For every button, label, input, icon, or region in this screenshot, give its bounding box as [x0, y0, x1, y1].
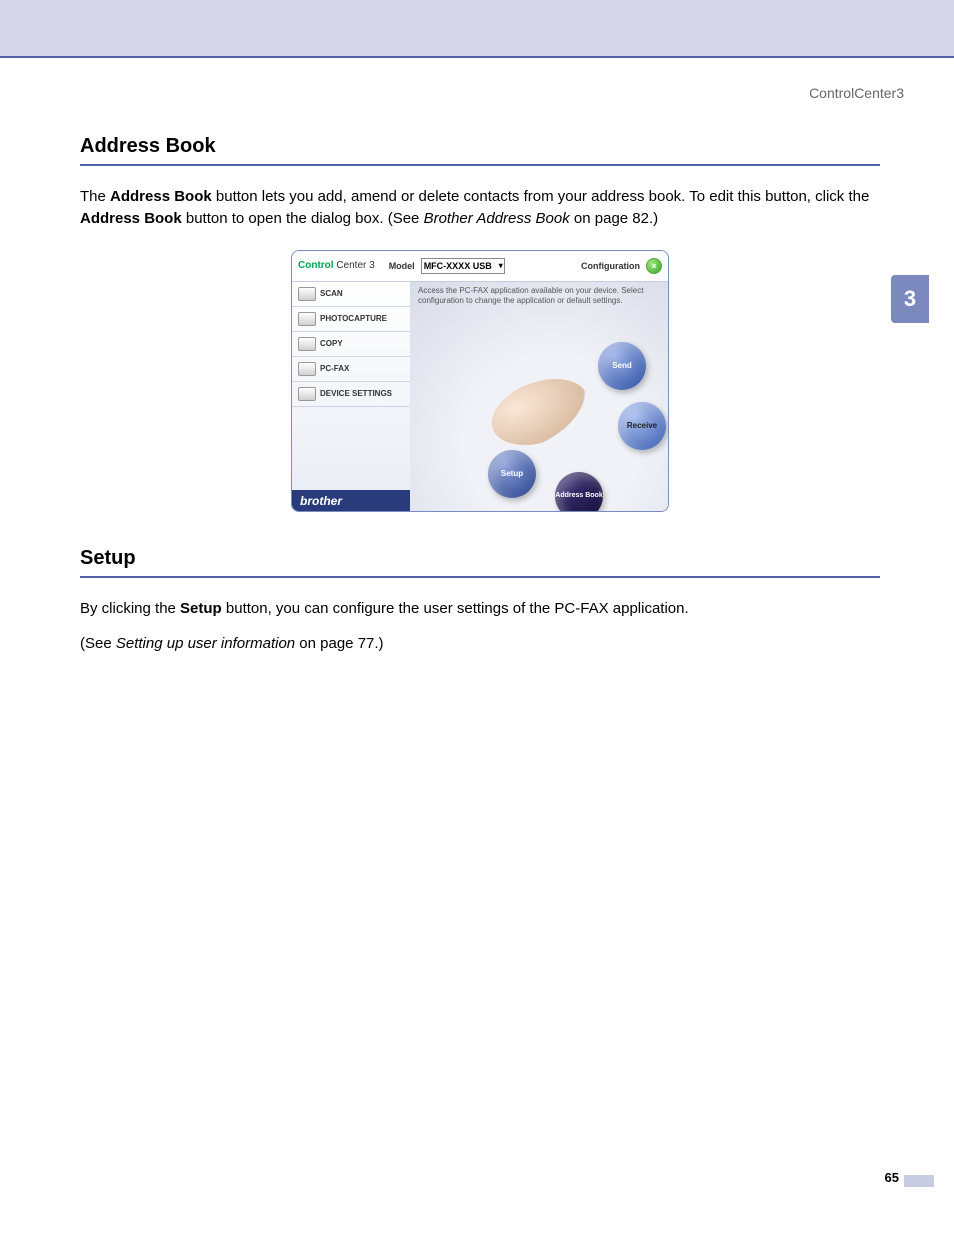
chapter-tab: 3	[891, 275, 929, 323]
screenshot-main: Access the PC-FAX application available …	[410, 282, 668, 512]
device-settings-icon	[298, 387, 316, 401]
brand-footer: brother	[292, 490, 410, 512]
orb-setup[interactable]: Setup	[488, 450, 536, 498]
nav-scan[interactable]: SCAN	[292, 282, 410, 307]
nav-pcfax[interactable]: PC-FAX	[292, 357, 410, 382]
screenshot-sidebar: SCAN PHOTOCAPTURE COPY PC-FAX DEVICE SET…	[292, 282, 410, 512]
nav-device-settings[interactable]: DEVICE SETTINGS	[292, 382, 410, 407]
page-top-bar	[0, 0, 954, 58]
orb-receive[interactable]: Receive	[618, 402, 666, 450]
page-number: 65	[885, 1170, 899, 1185]
screenshot-body: SCAN PHOTOCAPTURE COPY PC-FAX DEVICE SET…	[292, 282, 668, 512]
paragraph-setup-1: By clicking the Setup button, you can co…	[80, 598, 880, 620]
heading-setup: Setup	[80, 547, 880, 578]
page-content: Address Book The Address Book button let…	[80, 135, 880, 669]
paragraph-setup-2: (See Setting up user information on page…	[80, 633, 880, 655]
screenshot-description: Access the PC-FAX application available …	[418, 286, 660, 306]
screenshot-controlcenter: Control Center 3 Model MFC-XXXX USB Conf…	[291, 250, 669, 512]
orb-send[interactable]: Send	[598, 342, 646, 390]
close-icon[interactable]: ×	[646, 258, 662, 274]
nav-copy[interactable]: COPY	[292, 332, 410, 357]
running-header: ControlCenter3	[809, 85, 904, 101]
heading-address-book: Address Book	[80, 135, 880, 166]
configuration-link[interactable]: Configuration	[581, 261, 640, 271]
model-dropdown[interactable]: MFC-XXXX USB	[421, 258, 505, 274]
nav-photocapture[interactable]: PHOTOCAPTURE	[292, 307, 410, 332]
screenshot-header: Control Center 3 Model MFC-XXXX USB Conf…	[292, 251, 668, 282]
paragraph-address-book: The Address Book button lets you add, am…	[80, 186, 880, 230]
footer-accent-bar	[904, 1175, 934, 1187]
scan-icon	[298, 287, 316, 301]
orb-address-book[interactable]: Address Book	[555, 472, 603, 512]
model-label: Model	[389, 261, 415, 271]
app-logo: Control Center 3	[298, 260, 375, 271]
photocapture-icon	[298, 312, 316, 326]
hand-graphic	[483, 366, 597, 457]
pcfax-icon	[298, 362, 316, 376]
copy-icon	[298, 337, 316, 351]
